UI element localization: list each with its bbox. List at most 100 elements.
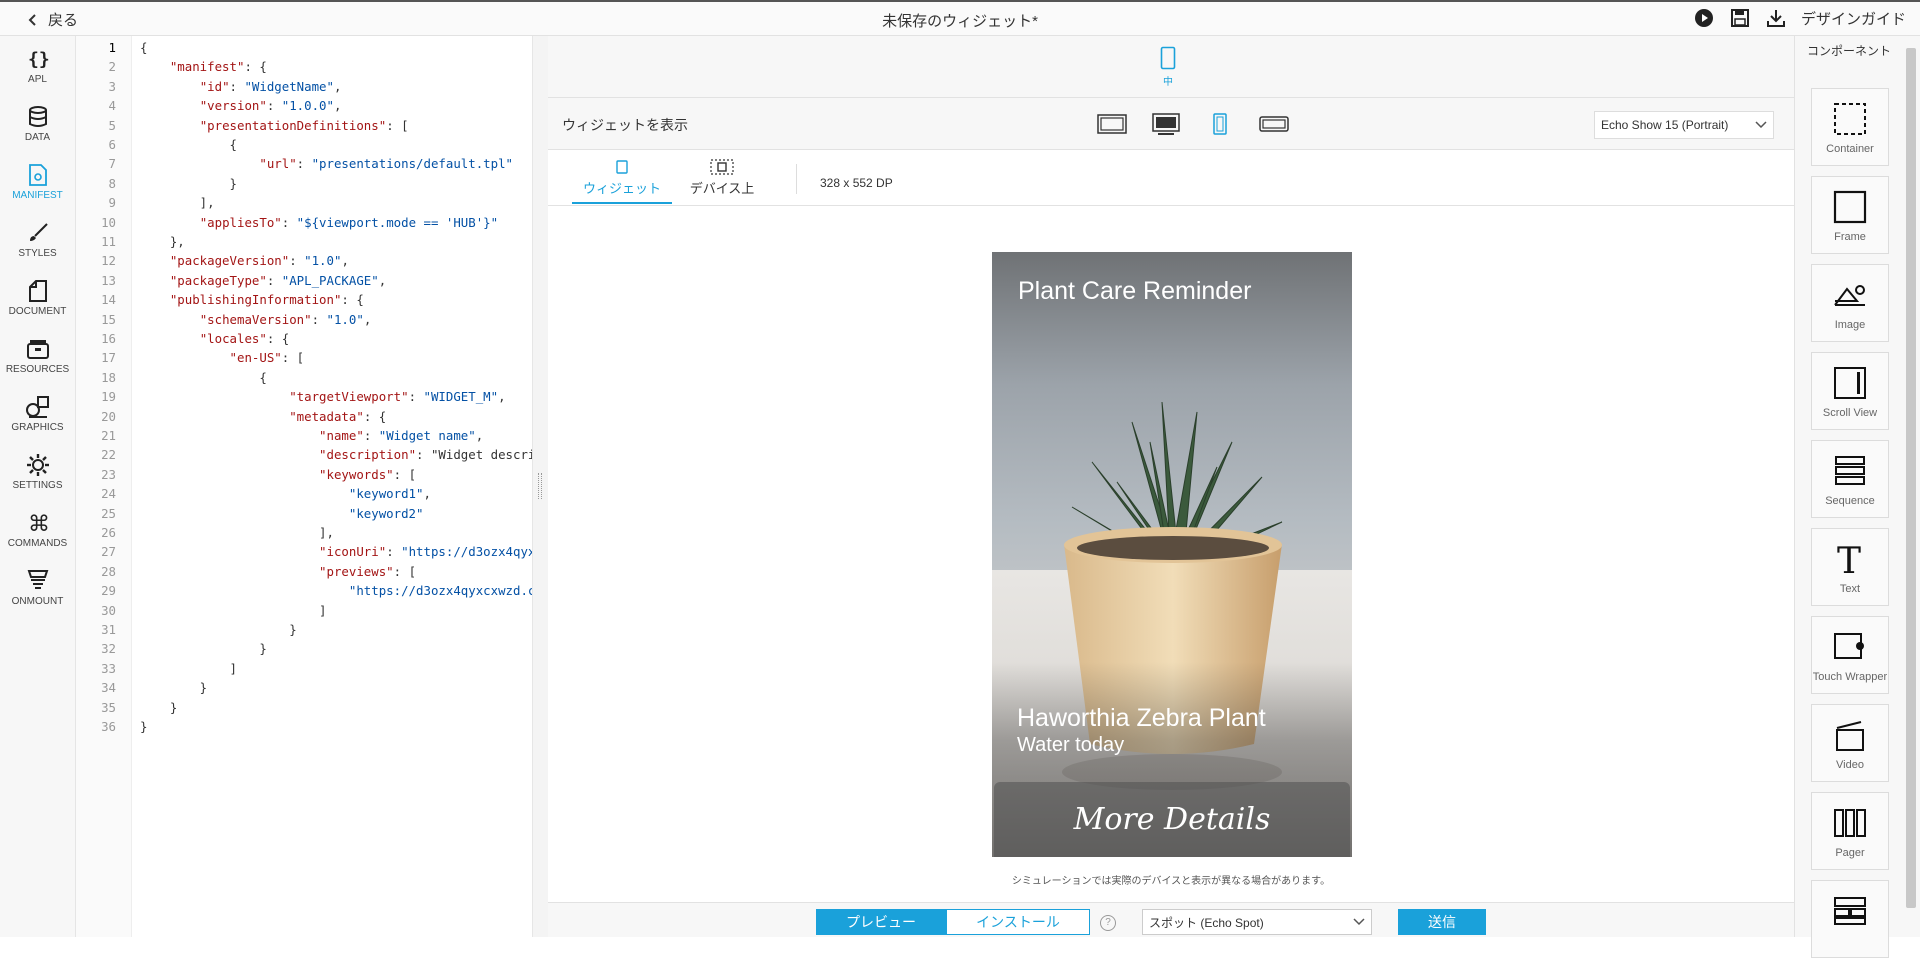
nav-item-data[interactable]: DATA — [0, 94, 75, 152]
tab-on-device-label: デバイス上 — [689, 181, 755, 196]
nav-item-resources[interactable]: RESOURCES — [0, 326, 75, 384]
nav-item-label: SETTINGS — [12, 479, 63, 491]
view-bar: ウィジェットを表示 Echo Show 15 (Portrait) — [548, 98, 1794, 150]
code-line: 6 { — [108, 137, 237, 152]
nav-item-apl[interactable]: {} APL — [0, 36, 75, 94]
component-image[interactable]: Image — [1811, 264, 1889, 342]
component-scroll-view[interactable]: Scroll View — [1811, 352, 1889, 430]
code-line: 30 ] — [101, 602, 327, 618]
component-container[interactable]: Container — [1811, 88, 1889, 166]
code-line: 20 "metadata": { — [101, 408, 387, 424]
code-line: 13 "packageType": "APL_PACKAGE", — [101, 272, 387, 288]
nav-item-styles[interactable]: STYLES — [0, 210, 75, 268]
grid-icon — [1833, 891, 1867, 931]
code-line: 31 } — [101, 622, 297, 637]
view-widget-label: ウィジェットを表示 — [562, 117, 688, 133]
image-icon — [1833, 275, 1867, 315]
code-line: 22 "description": "Widget descri — [101, 447, 536, 463]
nav-item-document[interactable]: DOCUMENT — [0, 268, 75, 326]
code-line: 14 "publishingInformation": { — [101, 292, 364, 308]
component-text[interactable]: T Text — [1811, 528, 1889, 606]
component-touch-wrapper[interactable]: Touch Wrapper — [1811, 616, 1889, 694]
phone-icon — [1160, 46, 1176, 70]
component-pager[interactable]: Pager — [1811, 792, 1889, 870]
component-sequence[interactable]: Sequence — [1811, 440, 1889, 518]
portrait-icon[interactable] — [1204, 112, 1236, 136]
code-line: 29 "https://d3ozx4qyxcxwzd.c — [101, 583, 536, 599]
code-line: 28 "previews": [ — [101, 563, 417, 579]
component-panel-title: コンポーネント — [1807, 44, 1892, 58]
graphics-icon — [24, 394, 52, 420]
install-button[interactable]: インストール — [946, 909, 1090, 935]
code-line: 12 "packageVersion": "1.0", — [101, 253, 349, 269]
code-line: 11 }, — [101, 234, 185, 249]
document-title: 未保存のウィジェット* — [882, 13, 1038, 30]
widget-icon — [616, 160, 628, 174]
command-icon: ⌘ — [24, 510, 52, 536]
tab-widget[interactable]: ウィジェット — [572, 156, 672, 204]
code-line: 19 "targetViewport": "WIDGET_M", — [101, 389, 506, 405]
nav-item-manifest[interactable]: MANIFEST — [0, 152, 75, 210]
echo-show-icon[interactable] — [1150, 112, 1182, 136]
size-label: 中 — [1163, 77, 1173, 88]
size-medium[interactable]: 中 — [1156, 46, 1180, 88]
code-line: 15 "schemaVersion": "1.0", — [101, 311, 372, 327]
wide-icon[interactable] — [1258, 112, 1290, 136]
preview-tabs: ウィジェット デバイス上 328 x 552 DP — [548, 150, 1794, 206]
play-icon[interactable] — [1693, 7, 1715, 29]
left-nav: {} APL DATA MANIFEST STYLES DOCUMENT RESOURCES… — [0, 36, 76, 937]
onmount-icon — [24, 568, 52, 594]
nav-item-commands[interactable]: ⌘ COMMANDS — [0, 500, 75, 558]
target-device-select[interactable]: スポット (Echo Spot) — [1142, 909, 1372, 935]
component-label: Scroll View — [1822, 407, 1878, 419]
widget-title: Plant Care Reminder — [1018, 277, 1252, 305]
code-line: 27 "iconUri": "https://d3ozx4qyx — [101, 544, 536, 560]
code-line: 8 } — [108, 175, 237, 191]
component-label: Sequence — [1825, 495, 1875, 507]
code-editor[interactable]: 1{2 "manifest": {3 "id": "WidgetName", 4 … — [76, 36, 548, 937]
device-select[interactable]: Echo Show 15 (Portrait) — [1594, 111, 1774, 139]
device-frame-icon — [710, 159, 734, 175]
component-scrollbar[interactable] — [1906, 48, 1916, 937]
design-guide-link[interactable]: デザインガイド — [1801, 8, 1906, 29]
svg-text:{}: {} — [28, 49, 50, 70]
component-label: Touch Wrapper — [1812, 671, 1888, 683]
code-line: 32 } — [101, 641, 267, 657]
video-icon — [1833, 715, 1867, 755]
more-details-button[interactable]: More Details — [994, 782, 1350, 857]
component-grid[interactable] — [1811, 880, 1889, 958]
pager-icon — [1833, 803, 1867, 843]
component-label: Frame — [1834, 231, 1866, 243]
viewport-dimensions: 328 x 552 DP — [820, 176, 893, 190]
component-label: Pager — [1835, 847, 1865, 859]
landscape-tv-icon[interactable] — [1096, 112, 1128, 136]
svg-text:T: T — [1837, 541, 1861, 577]
container-icon — [1833, 99, 1867, 139]
code-line: 35 } — [101, 699, 178, 715]
code-line: 2 "manifest": { — [108, 59, 267, 75]
save-icon[interactable] — [1729, 7, 1751, 29]
nav-item-label: RESOURCES — [5, 363, 70, 375]
preview-button[interactable]: プレビュー — [816, 909, 946, 935]
send-button[interactable]: 送信 — [1398, 909, 1486, 935]
editor-splitter[interactable] — [532, 36, 548, 937]
code-line: 5 "presentationDefinitions": [ — [108, 117, 409, 133]
nav-item-settings[interactable]: SETTINGS — [0, 442, 75, 500]
nav-item-graphics[interactable]: GRAPHICS — [0, 384, 75, 442]
tab-on-device[interactable]: デバイス上 — [672, 156, 772, 204]
nav-item-label: MANIFEST — [12, 189, 63, 201]
code-line: 36} — [101, 719, 148, 734]
touch-wrapper-icon — [1833, 627, 1867, 667]
nav-item-onmount[interactable]: ONMOUNT — [0, 558, 75, 616]
nav-item-label: DOCUMENT — [8, 305, 67, 317]
bottom-bar: プレビュー インストール ? スポット (Echo Spot) 送信 — [548, 902, 1794, 937]
code-line: 9 ], — [108, 195, 215, 211]
help-icon[interactable]: ? — [1100, 915, 1116, 931]
code-line: 16 "locales": { — [101, 331, 290, 346]
sequence-icon — [1833, 451, 1867, 491]
download-icon[interactable] — [1765, 7, 1787, 29]
frame-icon — [1833, 187, 1867, 227]
component-video[interactable]: Video — [1811, 704, 1889, 782]
component-frame[interactable]: Frame — [1811, 176, 1889, 254]
chevron-down-icon — [1755, 121, 1767, 129]
